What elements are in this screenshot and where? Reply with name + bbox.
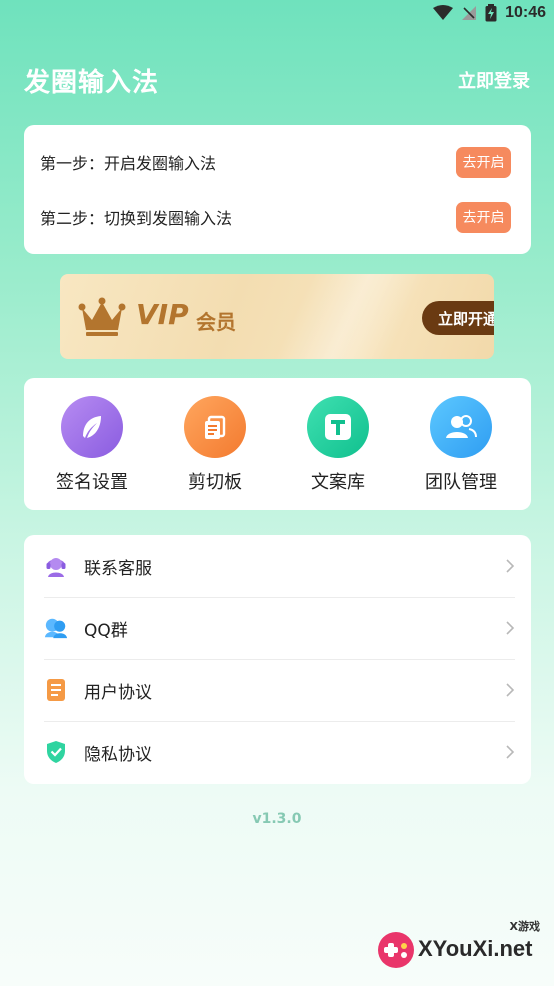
- feature-label: 文案库: [311, 472, 365, 493]
- menu-label: 用户协议: [84, 682, 152, 703]
- chevron-right-icon: [506, 683, 515, 697]
- feature-copy-library[interactable]: 文案库: [283, 396, 393, 494]
- step-row-2: 第二步：切换到发圈输入法 去开启: [24, 200, 531, 234]
- vip-badge-text: VIP: [136, 298, 189, 331]
- status-bar: 10:46: [0, 0, 554, 30]
- step-label: 第一步：开启发圈输入法: [40, 154, 217, 173]
- menu-label: 隐私协议: [84, 744, 152, 765]
- document-icon: [44, 678, 68, 702]
- step-row-1: 第一步：开启发圈输入法 去开启: [24, 145, 531, 179]
- clipboard-icon: [184, 396, 246, 458]
- feature-label: 团队管理: [425, 472, 497, 493]
- menu-card: 联系客服 QQ群 用户协议 隐私协议: [24, 535, 531, 784]
- status-time: 10:46: [505, 4, 546, 21]
- feature-label: 剪切板: [188, 472, 242, 493]
- vip-banner[interactable]: VIP 会员 立即开通: [60, 274, 494, 359]
- chevron-right-icon: [506, 745, 515, 759]
- signal-off-icon: [462, 6, 477, 20]
- feature-signature-settings[interactable]: 签名设置: [37, 396, 147, 494]
- chevron-right-icon: [506, 559, 515, 573]
- feature-clipboard[interactable]: 剪切板: [160, 396, 270, 494]
- customer-service-icon: [44, 554, 68, 578]
- gamepad-logo-icon: [378, 932, 414, 968]
- shield-icon: [44, 740, 68, 764]
- status-icons: 10:46: [433, 4, 546, 22]
- menu-item-privacy-policy[interactable]: 隐私协议: [24, 721, 531, 783]
- vip-title: 会员: [196, 310, 236, 334]
- wifi-icon: [433, 5, 454, 20]
- menu-item-user-agreement[interactable]: 用户协议: [24, 659, 531, 721]
- feature-label: 签名设置: [56, 472, 128, 493]
- chevron-right-icon: [506, 621, 515, 635]
- watermark-tag: X游戏: [509, 920, 540, 933]
- menu-label: 联系客服: [84, 558, 152, 579]
- login-link[interactable]: 立即登录: [458, 67, 530, 93]
- battery-icon: [485, 4, 497, 22]
- steps-card: 第一步：开启发圈输入法 去开启 第二步：切换到发圈输入法 去开启: [24, 125, 531, 254]
- site-watermark: X游戏 XYouXi.net: [374, 916, 544, 976]
- team-icon: [430, 396, 492, 458]
- feature-team-management[interactable]: 团队管理: [406, 396, 516, 494]
- crown-icon: [78, 297, 126, 336]
- enable-ime-button[interactable]: 去开启: [456, 146, 511, 178]
- app-title: 发圈输入法: [24, 68, 160, 98]
- feather-icon: [61, 396, 123, 458]
- qq-group-icon: [44, 616, 68, 640]
- step-label: 第二步：切换到发圈输入法: [40, 209, 233, 228]
- features-card: 签名设置 剪切板 文案库 团队管理: [24, 378, 531, 510]
- menu-item-customer-service[interactable]: 联系客服: [24, 535, 531, 597]
- switch-ime-button[interactable]: 去开启: [456, 201, 511, 233]
- menu-item-qq-group[interactable]: QQ群: [24, 597, 531, 659]
- vip-open-button[interactable]: 立即开通: [422, 301, 494, 335]
- text-icon: [307, 396, 369, 458]
- watermark-site: XYouXi.net: [418, 936, 533, 961]
- app-version: v1.3.0: [252, 811, 302, 827]
- menu-label: QQ群: [84, 620, 128, 641]
